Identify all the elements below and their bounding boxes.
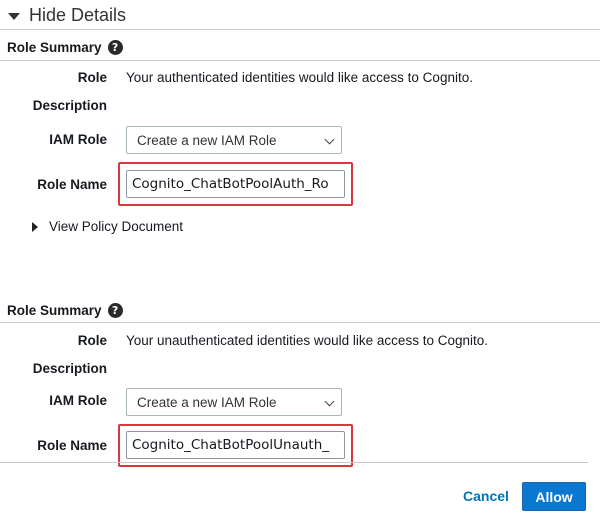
section-divider-2: [0, 322, 600, 323]
view-policy-document-toggle[interactable]: View Policy Document: [32, 219, 183, 234]
role-label: Role: [77, 70, 107, 85]
caret-right-icon: [32, 221, 38, 232]
role-name-label: Role Name: [37, 177, 107, 192]
hide-details-label: Hide Details: [29, 4, 127, 25]
section-divider: [0, 60, 600, 61]
iam-role-select-value: Create a new IAM Role: [137, 132, 277, 148]
cancel-button[interactable]: Cancel: [463, 488, 509, 504]
allow-button-label: Allow: [535, 488, 573, 505]
caret-down-icon: [8, 12, 20, 20]
iam-role-label-2: IAM Role: [49, 393, 107, 408]
role-summary-title: Role Summary ?: [7, 40, 123, 55]
allow-button[interactable]: Allow: [522, 482, 586, 511]
iam-role-select[interactable]: Create a new IAM Role: [126, 126, 342, 154]
role-value: Your authenticated identities would like…: [126, 70, 473, 85]
help-icon[interactable]: ?: [107, 40, 123, 55]
footer-divider: [0, 462, 588, 463]
description-label-2: Description: [32, 361, 107, 376]
view-policy-document-label: View Policy Document: [49, 219, 184, 234]
iam-role-label: IAM Role: [49, 132, 107, 147]
role-summary-title-text: Role Summary: [7, 40, 102, 55]
chevron-down-icon: [324, 134, 335, 145]
role-summary-title-2-text: Role Summary: [7, 303, 102, 318]
description-label: Description: [32, 98, 107, 113]
role-name-input-2-value: Cognito_ChatBotPoolUnauth_: [132, 437, 330, 453]
role-value-2: Your unauthenticated identities would li…: [126, 333, 488, 348]
role-name-input-2[interactable]: Cognito_ChatBotPoolUnauth_: [126, 431, 345, 459]
header-divider: [0, 29, 600, 30]
iam-role-select-2[interactable]: Create a new IAM Role: [126, 388, 342, 416]
hide-details-toggle[interactable]: Hide Details: [8, 2, 126, 28]
role-summary-title-2: Role Summary ?: [7, 303, 123, 318]
role-label-2: Role: [77, 333, 107, 348]
role-name-input[interactable]: Cognito_ChatBotPoolAuth_Ro: [126, 170, 345, 198]
iam-role-select-2-value: Create a new IAM Role: [137, 394, 277, 410]
chevron-down-icon: [324, 396, 335, 407]
help-icon[interactable]: ?: [107, 303, 123, 318]
role-name-input-value: Cognito_ChatBotPoolAuth_Ro: [132, 176, 329, 192]
role-name-label-2: Role Name: [37, 438, 107, 453]
